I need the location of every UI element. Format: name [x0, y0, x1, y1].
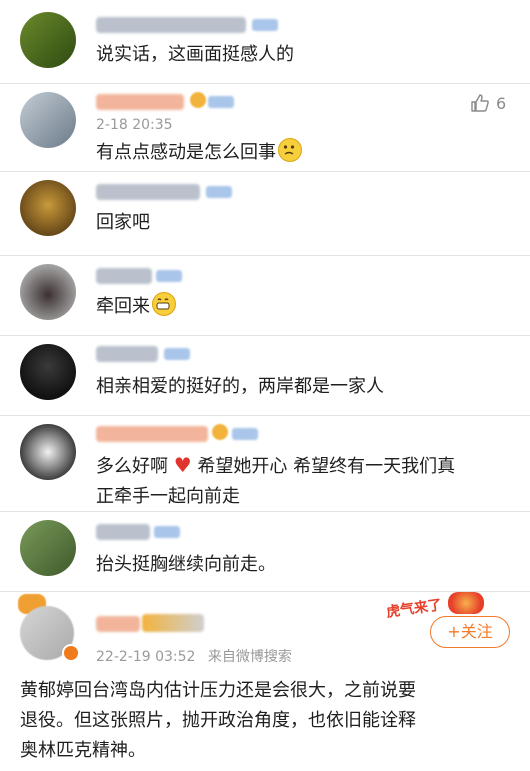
username-blurred[interactable] — [96, 426, 208, 442]
verified-badge-icon — [154, 526, 180, 538]
follow-button[interactable]: +关注 — [430, 616, 510, 648]
post-body-line: 黄郁婷回台湾岛内估计压力还是会很大，之前说要 — [20, 680, 416, 701]
avatar[interactable] — [20, 264, 76, 320]
grin-emoji-icon — [152, 292, 176, 316]
sad-face-emoji-icon — [278, 138, 302, 162]
comment-text: 回家吧 — [96, 212, 150, 233]
verified-badge-icon — [206, 186, 232, 198]
post-body-line: 奥林匹克精神。 — [20, 740, 146, 761]
fireworks-sticker-icon — [448, 592, 484, 614]
verified-badge-icon — [208, 96, 234, 108]
username-blurred[interactable] — [96, 524, 150, 540]
post-meta: 22-2-19 03:52 来自微博搜索 — [96, 646, 292, 666]
username-blurred[interactable] — [96, 268, 152, 284]
avatar[interactable] — [20, 520, 76, 576]
comment-text: 牵回来 — [96, 292, 176, 322]
avatar[interactable] — [20, 92, 76, 148]
heart-emoji-icon: ♥ — [173, 453, 192, 477]
verified-badge-icon — [252, 19, 278, 31]
comment-time: 2-18 20:35 — [96, 117, 173, 133]
post-time: 22-2-19 03:52 — [96, 649, 196, 665]
comment-text-content: 牵回来 — [96, 296, 150, 317]
post-body-line: 退役。但这张照片，抛开政治角度，也依旧能诠释 — [20, 710, 416, 731]
avatar[interactable] — [20, 12, 76, 68]
comment-item: 相亲相爱的挺好的，两岸都是一家人 — [0, 336, 530, 414]
post-source: 来自微博搜索 — [207, 649, 292, 665]
comment-text-part3: 正牵手一起向前走 — [96, 486, 240, 507]
comment-item: 抬头挺胸继续向前走。 — [0, 512, 530, 590]
thumbs-up-icon — [471, 94, 489, 112]
comment-item: 2-18 20:35 有点点感动是怎么回事 6 — [0, 84, 530, 170]
username-blurred[interactable] — [96, 184, 200, 200]
post-body: 黄郁婷回台湾岛内估计压力还是会很大，之前说要 退役。但这张照片，抛开政治角度，也… — [20, 676, 416, 766]
crown-icon — [212, 424, 228, 440]
comment-item: 牵回来 — [0, 256, 530, 334]
comment-text-content: 有点点感动是怎么回事 — [96, 142, 276, 163]
comment-item: 多么好啊 ♥ 希望她开心 希望终有一天我们真 正牵手一起向前走 — [0, 416, 530, 510]
comment-item: 回家吧 — [0, 172, 530, 254]
comment-text: 抬头挺胸继续向前走。 — [96, 554, 276, 575]
comment-item: 说实话，这画面挺感人的 — [0, 0, 530, 83]
like-button[interactable]: 6 — [470, 92, 506, 114]
crown-icon — [190, 92, 206, 108]
comment-text-part1: 多么好啊 — [96, 456, 168, 477]
post: 22-2-19 03:52 来自微博搜索 虎气来了 +关注 黄郁婷回台湾岛内估计… — [0, 592, 530, 771]
comment-text: 有点点感动是怎么回事 — [96, 138, 302, 168]
avatar[interactable] — [20, 180, 76, 236]
verified-v-icon — [62, 644, 80, 662]
username-blurred[interactable] — [96, 94, 184, 110]
verified-badge-icon — [156, 270, 182, 282]
username-blurred[interactable] — [96, 17, 246, 33]
comment-text: 说实话，这画面挺感人的 — [96, 44, 294, 65]
verified-badge-icon — [232, 428, 258, 440]
verified-badge-icon — [164, 348, 190, 360]
comment-text: 相亲相爱的挺好的，两岸都是一家人 — [96, 376, 384, 397]
stamp-sticker: 虎气来了 — [385, 597, 443, 621]
like-count: 6 — [496, 93, 507, 113]
member-badges — [142, 614, 204, 632]
comment-text: 多么好啊 ♥ 希望她开心 希望终有一天我们真 正牵手一起向前走 — [96, 450, 516, 512]
username-blurred[interactable] — [96, 346, 158, 362]
comment-text-part2: 希望她开心 希望终有一天我们真 — [197, 456, 456, 477]
username-blurred[interactable] — [96, 616, 140, 632]
avatar[interactable] — [20, 344, 76, 400]
avatar[interactable] — [20, 424, 76, 480]
